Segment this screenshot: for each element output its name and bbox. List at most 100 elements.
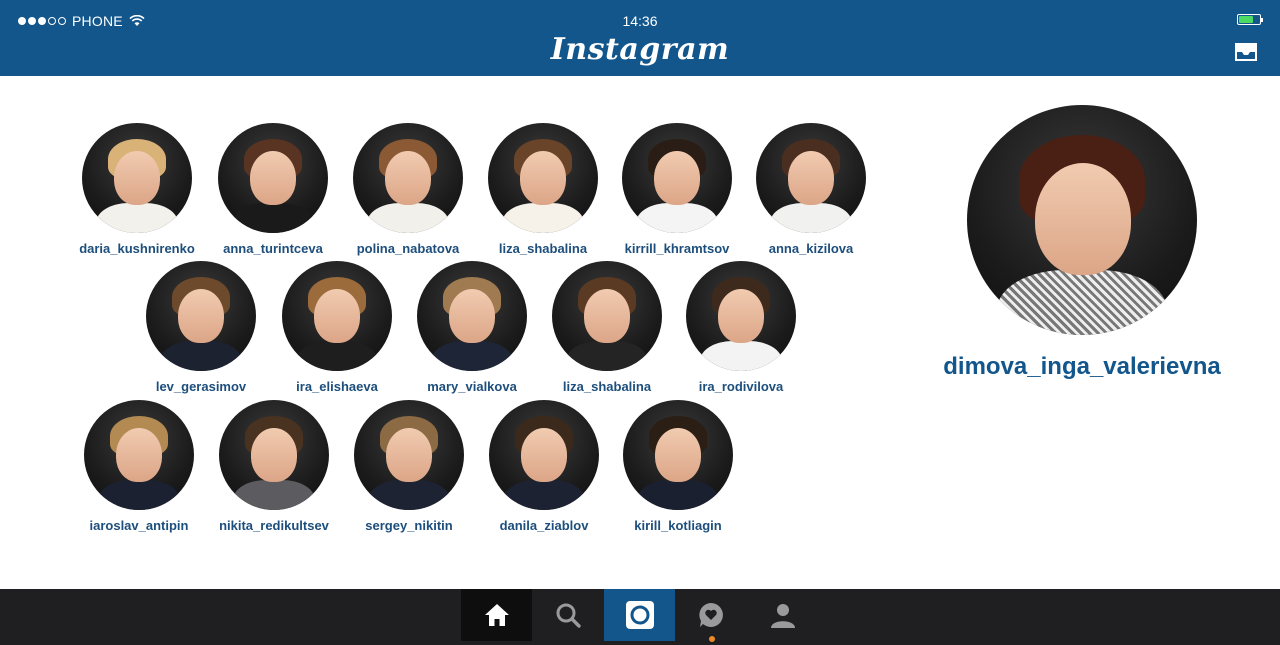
student-card[interactable]: nikita_redikultsev [199,400,349,533]
student-avatar[interactable] [353,123,463,233]
activity-icon [698,603,723,627]
student-username[interactable]: danila_ziablov [469,518,619,533]
student-face [178,289,224,343]
student-username[interactable]: polina_nabatova [333,241,483,256]
teacher-avatar[interactable] [967,105,1197,335]
student-avatar[interactable] [622,123,732,233]
student-face [521,428,567,482]
student-clothing [502,203,584,233]
student-username[interactable]: kirill_kotliagin [603,518,753,533]
student-clothing [96,203,178,233]
student-card[interactable]: polina_nabatova [333,123,483,256]
tab-camera[interactable] [604,589,675,641]
student-face [584,289,630,343]
student-card[interactable]: liza_shabalina [468,123,618,256]
student-username[interactable]: ira_rodivilova [666,379,816,394]
search-icon [556,603,581,628]
student-card[interactable]: ira_rodivilova [666,261,816,394]
student-clothing [503,480,585,510]
student-card[interactable]: kirrill_khramtsov [602,123,752,256]
student-avatar[interactable] [282,261,392,371]
activity-notification-dot [709,636,715,642]
tab-activity[interactable] [675,589,746,641]
student-clothing [160,341,242,371]
student-username[interactable]: mary_vialkova [397,379,547,394]
student-avatar[interactable] [82,123,192,233]
student-clothing [566,341,648,371]
camera-icon [625,601,654,629]
student-avatar[interactable] [686,261,796,371]
student-card[interactable]: ira_elishaeva [262,261,412,394]
student-card[interactable]: anna_kizilova [736,123,886,256]
student-avatar[interactable] [146,261,256,371]
student-username[interactable]: daria_kushnirenko [62,241,212,256]
student-username[interactable]: lev_gerasimov [126,379,276,394]
teacher-profile[interactable]: dimova_inga_valerievna [940,105,1224,381]
student-clothing [367,203,449,233]
student-username[interactable]: kirrill_khramtsov [602,241,752,256]
student-card[interactable]: daria_kushnirenko [62,123,212,256]
student-avatar[interactable] [489,400,599,510]
student-face [314,289,360,343]
student-face [654,151,700,205]
student-avatar[interactable] [219,400,329,510]
student-avatar[interactable] [417,261,527,371]
student-username[interactable]: nikita_redikultsev [199,518,349,533]
tab-search[interactable] [532,589,603,641]
student-clothing [700,341,782,371]
student-face [788,151,834,205]
student-clothing [296,341,378,371]
battery-icon [1237,14,1263,25]
student-card[interactable]: mary_vialkova [397,261,547,394]
student-avatar[interactable] [488,123,598,233]
student-face [520,151,566,205]
student-card[interactable]: anna_turintceva [198,123,348,256]
student-clothing [636,203,718,233]
student-face [250,151,296,205]
profile-icon [770,604,795,628]
teacher-username[interactable]: dimova_inga_valerievna [940,353,1224,381]
student-username[interactable]: anna_turintceva [198,241,348,256]
student-avatar[interactable] [354,400,464,510]
student-clothing [637,480,719,510]
student-avatar[interactable] [218,123,328,233]
student-username[interactable]: anna_kizilova [736,241,886,256]
student-avatar[interactable] [623,400,733,510]
home-icon [484,604,509,626]
student-username[interactable]: sergey_nikitin [334,518,484,533]
tab-home[interactable] [461,589,532,641]
top-bar: PHONE 14:36 Instagram [0,0,1280,76]
student-clothing [770,203,852,233]
teacher-face [1035,163,1131,275]
student-clothing [233,480,315,510]
student-card[interactable]: iaroslav_antipin [64,400,214,533]
student-face [251,428,297,482]
student-face [449,289,495,343]
student-card[interactable]: sergey_nikitin [334,400,484,533]
student-clothing [232,203,314,233]
student-face [114,151,160,205]
tab-profile[interactable] [747,589,818,641]
student-clothing [431,341,513,371]
student-face [718,289,764,343]
student-avatar[interactable] [756,123,866,233]
student-card[interactable]: danila_ziablov [469,400,619,533]
student-username[interactable]: ira_elishaeva [262,379,412,394]
student-face [385,151,431,205]
student-face [116,428,162,482]
student-avatar[interactable] [84,400,194,510]
bottom-tab-bar [0,589,1280,645]
app-logo: Instagram [550,32,730,67]
student-card[interactable]: liza_shabalina [532,261,682,394]
inbox-icon[interactable] [1232,40,1260,64]
student-clothing [368,480,450,510]
student-clothing [98,480,180,510]
student-username[interactable]: liza_shabalina [468,241,618,256]
student-avatar[interactable] [552,261,662,371]
student-face [386,428,432,482]
teacher-clothing [997,270,1167,335]
student-username[interactable]: iaroslav_antipin [64,518,214,533]
student-card[interactable]: lev_gerasimov [126,261,276,394]
student-username[interactable]: liza_shabalina [532,379,682,394]
student-card[interactable]: kirill_kotliagin [603,400,753,533]
